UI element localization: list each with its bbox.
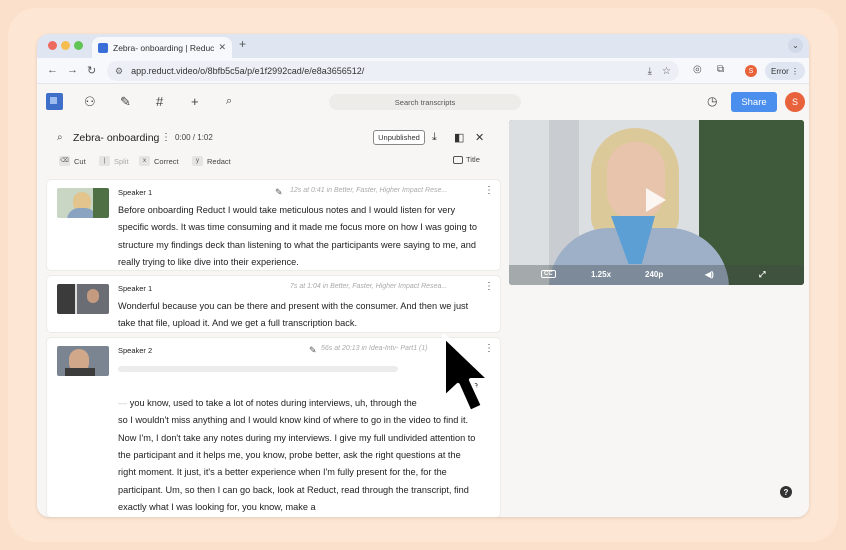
back-arrow-icon[interactable]: ←	[47, 64, 58, 76]
reduct-logo-icon[interactable]	[46, 93, 63, 110]
block-menu-icon[interactable]: ⋮	[484, 281, 494, 292]
profile-avatar[interactable]: S	[745, 65, 757, 77]
correct-tool[interactable]: x Correct	[139, 156, 179, 166]
clock-icon[interactable]: ◷	[707, 94, 717, 108]
highlighter-icon[interactable]: ✎	[120, 93, 131, 110]
transcript-block[interactable]: Speaker 1 ✎ 12s at 0:41 in Better, Faste…	[47, 180, 500, 270]
reduct-app: ⚇ ✎ # + ⌕ Search transcripts ◷ Share S ⌕…	[37, 84, 809, 517]
close-icon[interactable]: ✕	[475, 131, 484, 144]
split-key: |	[99, 156, 110, 166]
doc-title-row: ⌕ Zebra- onboarding ⋮ 0:00 / 1:02 Unpubl…	[47, 128, 500, 148]
tab-title: Zebra- onboarding | Reduct.V	[113, 42, 215, 53]
unpublished-badge[interactable]: Unpublished	[373, 130, 425, 145]
help-button[interactable]: ?	[780, 486, 792, 498]
speaker-name[interactable]: Speaker 2	[118, 346, 152, 355]
doc-menu-icon[interactable]: ⋮	[161, 132, 171, 143]
search-doc-icon[interactable]: ⌕	[57, 132, 63, 143]
block-source-meta[interactable]: 56s at 20:13 in Idea-Intv- Part1 (1)	[321, 345, 428, 352]
cut-tool[interactable]: ⌫ Cut	[59, 156, 86, 166]
user-avatar[interactable]: S	[785, 92, 805, 112]
redact-label: Redact	[207, 156, 231, 166]
hashtag-icon[interactable]: #	[156, 93, 163, 110]
doc-title[interactable]: Zebra- onboarding	[73, 132, 159, 144]
video-controls: CC 1.25x 240p ◀) ⤢	[509, 265, 804, 285]
split-tool[interactable]: | Split	[99, 156, 129, 166]
placeholder-line	[118, 360, 478, 377]
maximize-window-button[interactable]	[74, 41, 83, 50]
speaker-name[interactable]: Speaker 1	[118, 188, 152, 197]
fullscreen-icon[interactable]: ⤢	[759, 270, 765, 280]
title-icon	[453, 155, 463, 164]
block-source-meta[interactable]: 12s at 0:41 in Better, Faster, Higher Im…	[290, 187, 447, 194]
reload-icon[interactable]: ↻	[87, 64, 96, 77]
transcript-line-text: you know, used to take a lot of notes du…	[129, 397, 417, 408]
transcript-text[interactable]: Before onboarding Reduct I would take me…	[118, 202, 478, 270]
plus-icon[interactable]: +	[191, 93, 199, 110]
address-bar[interactable]: ⚙ app.reduct.video/o/8bfb5c5a/p/e1f2992c…	[107, 61, 679, 81]
transcript-block[interactable]: Speaker 2 ✎ 56s at 20:13 in Idea-Intv- P…	[47, 338, 500, 517]
captions-button[interactable]: CC	[541, 270, 556, 278]
transcript-text[interactable]: So inste — you know, used to take a lot …	[118, 360, 478, 517]
share-button[interactable]: Share	[731, 92, 777, 112]
site-settings-icon[interactable]: ⚙	[115, 66, 123, 77]
error-label: Error	[770, 66, 789, 76]
app-header: ⚇ ✎ # + ⌕ Search transcripts ◷ Share S	[37, 84, 809, 120]
sidebar-toggle-icon[interactable]: ◧	[454, 131, 464, 144]
video-player[interactable]: CC 1.25x 240p ◀) ⤢	[509, 120, 804, 285]
correct-key: x	[139, 156, 150, 166]
playback-speed[interactable]: 1.25x	[591, 270, 611, 279]
tab-strip: Zebra- onboarding | Reduct.V ✕ + ⌄	[37, 34, 809, 58]
transcript-block[interactable]: Speaker 1 7s at 1:04 in Better, Faster, …	[47, 276, 500, 332]
highlighter-icon: ✎	[309, 345, 317, 355]
highlighter-icon: ✎	[275, 187, 283, 197]
transcript-line: — you know, used to take a lot of notes …	[118, 397, 417, 408]
block-menu-icon[interactable]: ⋮	[484, 185, 494, 196]
correct-label: Correct	[154, 156, 179, 166]
tab-close-icon[interactable]: ✕	[218, 42, 226, 53]
people-icon[interactable]: ⚇	[84, 93, 96, 110]
error-button[interactable]: Error ⋮	[765, 62, 805, 80]
tab-search-button[interactable]: ⌄	[788, 38, 803, 53]
cut-label: Cut	[74, 156, 86, 166]
edit-toolbar: ⌫ Cut | Split x Correct y Redact Title	[47, 155, 500, 170]
browser-window: Zebra- onboarding | Reduct.V ✕ + ⌄ ← → ↻…	[37, 34, 809, 517]
timecode: 0:00 / 1:02	[175, 133, 213, 142]
close-window-button[interactable]	[48, 41, 57, 50]
transcript-panel: ⌕ Zebra- onboarding ⋮ 0:00 / 1:02 Unpubl…	[47, 120, 500, 517]
quality-selector[interactable]: 240p	[645, 270, 663, 279]
transcript-paragraph: so I wouldn't miss anything and I would …	[118, 415, 476, 513]
speaker-thumbnail	[57, 284, 109, 314]
volume-icon[interactable]: ◀)	[705, 270, 714, 279]
title-button[interactable]: Title	[453, 155, 480, 164]
block-source-meta[interactable]: 7s at 1:04 in Better, Faster, Higher Imp…	[290, 283, 447, 290]
search-transcripts-input[interactable]: Search transcripts	[329, 94, 521, 110]
speaker-thumbnail	[57, 346, 109, 376]
transcript-text[interactable]: Wonderful because you can be there and p…	[118, 298, 478, 332]
minimize-window-button[interactable]	[61, 41, 70, 50]
forward-arrow-icon[interactable]: →	[67, 64, 78, 76]
new-tab-button[interactable]: +	[239, 37, 246, 51]
redact-key: y	[192, 156, 203, 166]
play-icon[interactable]	[646, 188, 666, 212]
browser-tab[interactable]: Zebra- onboarding | Reduct.V ✕	[92, 37, 232, 58]
cut-key: ⌫	[59, 156, 70, 166]
transcript-line: So inste	[118, 377, 478, 394]
extension-icon[interactable]: ◎	[693, 64, 702, 75]
browser-toolbar: ← → ↻ ⚙ app.reduct.video/o/8bfb5c5a/p/e1…	[37, 58, 809, 84]
split-label: Split	[114, 156, 129, 166]
star-icon[interactable]: ☆	[662, 66, 671, 77]
download-icon[interactable]: ⤓	[648, 66, 652, 77]
search-icon[interactable]: ⌕	[226, 93, 232, 110]
title-label: Title	[466, 155, 480, 164]
speaker-name[interactable]: Speaker 1	[118, 284, 152, 293]
puzzle-icon[interactable]: ⧉	[717, 64, 724, 75]
reduct-favicon-icon	[98, 42, 108, 53]
redact-tool[interactable]: y Redact	[192, 156, 231, 166]
url-text: app.reduct.video/o/8bfb5c5a/p/e1f2992cad…	[131, 66, 365, 76]
speaker-thumbnail	[57, 188, 109, 218]
mouse-pointer-icon	[442, 334, 492, 414]
download-icon[interactable]: ⤓	[432, 131, 437, 144]
